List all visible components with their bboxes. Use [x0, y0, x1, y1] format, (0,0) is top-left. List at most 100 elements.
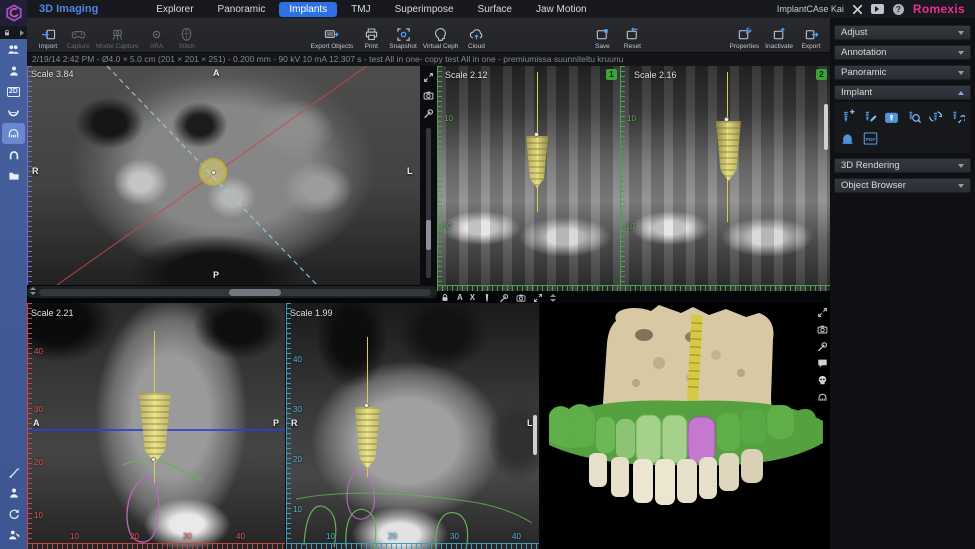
view-badge-1[interactable]: 1: [606, 69, 617, 80]
pano2-scrollbar-thumb[interactable]: [824, 104, 828, 150]
ruler-number: 40: [236, 532, 245, 541]
help-icon[interactable]: ?: [893, 4, 904, 15]
panoramic-view-2[interactable]: 10 -10 Scale 2.16 2: [620, 66, 830, 291]
expand-view-icon[interactable]: [423, 72, 434, 83]
implant-model-button[interactable]: [881, 106, 901, 126]
camera-icon[interactable]: [817, 324, 828, 335]
panel-3d-rendering[interactable]: 3D Rendering: [834, 158, 971, 173]
properties-button[interactable]: Properties: [727, 27, 763, 50]
chevron-down-icon: [958, 31, 964, 35]
tab-tmj[interactable]: TMJ: [341, 2, 380, 17]
sidebar-item-scanner[interactable]: [0, 461, 27, 482]
arch-icon: [8, 149, 20, 161]
comment-icon[interactable]: [817, 358, 828, 369]
ara-icon: [149, 27, 164, 42]
app-logo[interactable]: [0, 0, 27, 26]
wrench-icon[interactable]: [817, 341, 828, 352]
tab-panoramic[interactable]: Panoramic: [208, 2, 276, 17]
panel-annotation[interactable]: Annotation: [834, 45, 971, 60]
topbar-right-group: ImplantCAse Kai ? Romexis: [777, 2, 965, 16]
close-case-icon[interactable]: [853, 5, 862, 14]
implant-center-dot[interactable]: [211, 170, 216, 175]
scrollbar-arrows[interactable]: [30, 287, 36, 295]
panel-panoramic[interactable]: Panoramic: [834, 65, 971, 80]
capture-button[interactable]: Capture: [63, 27, 93, 50]
ara-button[interactable]: ARA: [142, 27, 172, 50]
scrollbar-track[interactable]: [39, 289, 431, 296]
view-badge-2[interactable]: 2: [816, 69, 827, 80]
sagittal-view[interactable]: 40 30 20 10 10 20 30 40 Scale 2.21 A P: [27, 303, 285, 549]
jaw-icon[interactable]: [817, 392, 828, 403]
find-implant-button[interactable]: [904, 106, 924, 126]
sidebar-lock-row[interactable]: [0, 26, 27, 39]
save-button[interactable]: Save: [587, 27, 617, 50]
implant-wrench-icon: [950, 109, 965, 124]
sidebar-item-add-user[interactable]: [0, 482, 27, 503]
print-button[interactable]: Print: [356, 27, 386, 50]
camera-icon[interactable]: [423, 90, 434, 101]
implant-handle-dot[interactable]: [724, 117, 729, 122]
wrench-icon[interactable]: [423, 108, 434, 119]
sidebar-item-sync[interactable]: [0, 503, 27, 524]
panoramic-ct-image-2[interactable]: [620, 66, 830, 291]
cloud-button[interactable]: Cloud: [461, 27, 491, 50]
tab-jaw-motion[interactable]: Jaw Motion: [526, 2, 597, 17]
axial-view[interactable]: Scale 3.84 A R L P: [27, 66, 420, 285]
virtual-ceph-button[interactable]: Virtual Ceph: [420, 27, 462, 50]
panel-object-browser[interactable]: Object Browser: [834, 178, 971, 193]
sidebar-item-patients[interactable]: [0, 39, 27, 60]
add-implant-button[interactable]: [837, 106, 857, 126]
expand-view-icon[interactable]: [533, 293, 543, 303]
implant-handle-dot[interactable]: [534, 132, 539, 137]
tab-explorer[interactable]: Explorer: [146, 2, 203, 17]
panel-implant[interactable]: Implant: [834, 85, 971, 100]
stitch-button[interactable]: Stitch: [172, 27, 202, 50]
export-button[interactable]: Export: [796, 27, 826, 50]
ruler-number: 10: [293, 505, 302, 514]
cross-section-view[interactable]: 40 30 20 10 10 20 30 40 Scale 1.99 R L: [286, 303, 539, 549]
panoramic-view-1[interactable]: 10 -10 Scale 2.12 1: [437, 66, 620, 291]
scrollbar-thumb[interactable]: [229, 289, 281, 296]
camera-icon[interactable]: [516, 293, 526, 303]
render-3d-view[interactable]: [541, 303, 830, 549]
import-button[interactable]: Import: [33, 27, 63, 50]
inactivate-button[interactable]: Inactivate: [762, 27, 796, 50]
tab-superimpose[interactable]: Superimpose: [385, 2, 464, 17]
panel-adjust[interactable]: Adjust: [834, 25, 971, 40]
pdf-export-button[interactable]: PDF: [860, 128, 881, 148]
panoramic-ct-image-1[interactable]: [437, 66, 620, 291]
annotation-a-icon[interactable]: A: [457, 293, 463, 302]
axial-scrollbar[interactable]: [27, 286, 437, 298]
verify-implant-button[interactable]: [926, 106, 946, 126]
crown-button[interactable]: [837, 128, 858, 148]
reset-button[interactable]: Reset: [617, 27, 647, 50]
tab-surface[interactable]: Surface: [468, 2, 522, 17]
tab-implants[interactable]: Implants: [279, 2, 337, 17]
sidebar-item-patient[interactable]: [0, 60, 27, 81]
sidebar-item-user-access[interactable]: [0, 524, 27, 545]
implant-pin-icon[interactable]: [482, 293, 492, 303]
sidebar-item-smile-design[interactable]: [0, 102, 27, 123]
delete-x-icon[interactable]: X: [470, 293, 475, 302]
export-objects-button[interactable]: Export Objects: [308, 27, 357, 50]
sidebar-item-2d-images[interactable]: 2D: [0, 81, 27, 102]
sidebar-item-arch[interactable]: [0, 144, 27, 165]
sidebar-item-storage[interactable]: [0, 165, 27, 186]
implant-settings-button[interactable]: [948, 106, 968, 126]
implant-handle-dot[interactable]: [364, 403, 369, 408]
slice-slider-thumb[interactable]: [426, 220, 431, 250]
sidebar-item-3d-imaging[interactable]: [2, 123, 25, 144]
implant-handle-dot[interactable]: [151, 457, 156, 462]
skull-icon[interactable]: [817, 375, 828, 386]
edit-implant-button[interactable]: [859, 106, 879, 126]
slice-slider-track[interactable]: [426, 128, 431, 278]
cross-scrollbar-thumb[interactable]: [533, 415, 537, 455]
model-capture-button[interactable]: Model Capture: [93, 27, 142, 50]
render-3d-model[interactable]: [541, 303, 830, 549]
collapse-arrows-icon[interactable]: [550, 294, 556, 302]
video-tutorial-icon[interactable]: [871, 4, 884, 14]
wrench-icon[interactable]: [499, 293, 509, 303]
lock-icon[interactable]: [440, 293, 450, 303]
expand-view-icon[interactable]: [817, 307, 828, 318]
snapshot-button[interactable]: Snapshot: [386, 27, 419, 50]
